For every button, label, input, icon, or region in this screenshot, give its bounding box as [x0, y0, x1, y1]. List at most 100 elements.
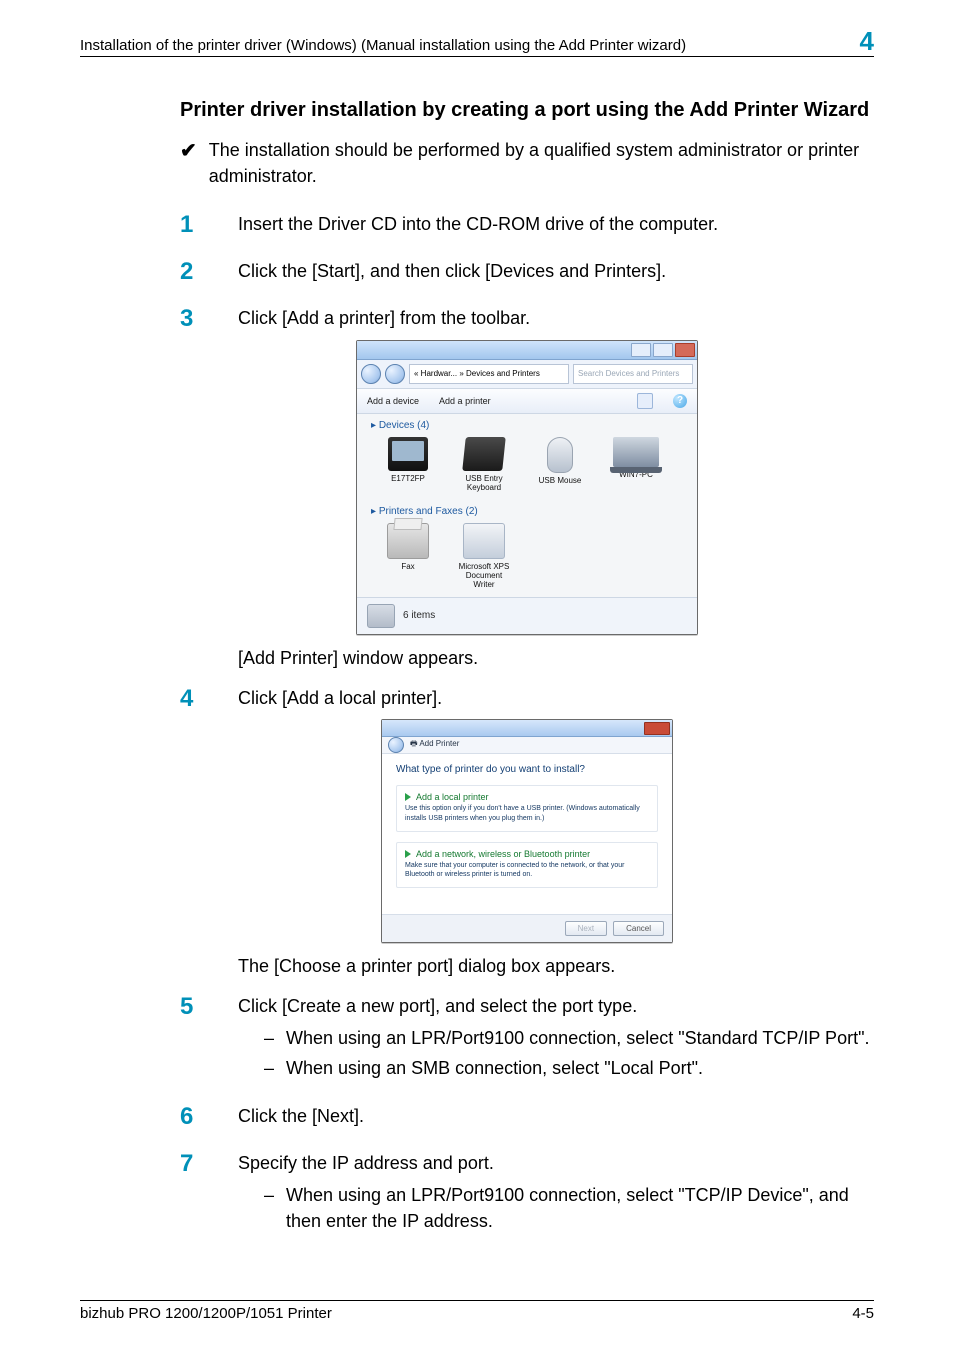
page: Installation of the printer driver (Wind…: [0, 0, 954, 1352]
mouse-icon: [547, 437, 573, 473]
cancel-button[interactable]: Cancel: [613, 921, 664, 936]
breadcrumb-label: 🖶 Add Printer: [410, 738, 459, 752]
option-description: Make sure that your computer is connecte…: [405, 861, 649, 879]
step-body: Click the [Start], and then click [Devic…: [238, 258, 874, 284]
window-close-button[interactable]: [675, 343, 695, 357]
step-5-sublist: – When using an LPR/Port9100 connection,…: [238, 1025, 874, 1081]
step-body: Click the [Next].: [238, 1103, 874, 1129]
fax-icon: [387, 523, 429, 559]
device-label: Microsoft XPS Document Writer: [459, 562, 510, 589]
window-maximize-button[interactable]: [653, 343, 673, 357]
chapter-number: 4: [860, 28, 874, 54]
step-body: Click [Create a new port], and select th…: [238, 993, 874, 1085]
device-keyboard[interactable]: USB Entry Keyboard: [455, 437, 513, 492]
step-4-result: The [Choose a printer port] dialog box a…: [238, 953, 874, 979]
step-body: Click [Add a local printer].: [238, 685, 874, 711]
step-2: 2 Click the [Start], and then click [Dev…: [180, 258, 874, 287]
sub-item-text: When using an LPR/Port9100 connection, s…: [286, 1182, 874, 1234]
page-footer: bizhub PRO 1200/1200P/1051 Printer 4-5: [80, 1300, 874, 1322]
breadcrumb-text: Add Printer: [419, 739, 459, 748]
step-3: 3 Click [Add a printer] from the toolbar…: [180, 305, 874, 334]
status-icon: [367, 604, 395, 628]
device-mouse[interactable]: USB Mouse: [531, 437, 589, 492]
step-5: 5 Click [Create a new port], and select …: [180, 993, 874, 1085]
window-titlebar: [357, 341, 697, 360]
devices-section-label: ▸ Devices (4): [357, 414, 697, 433]
laptop-icon: [613, 437, 659, 467]
step-body: Insert the Driver CD into the CD-ROM dri…: [238, 211, 874, 237]
option-description: Use this option only if you don't have a…: [405, 804, 649, 822]
step-number: 6: [180, 1103, 210, 1132]
wizard-titlebar: [382, 720, 672, 737]
address-bar[interactable]: « Hardwar... » Devices and Printers: [409, 364, 569, 384]
option-title: Add a local printer: [405, 792, 649, 802]
content-area: Printer driver installation by creating …: [180, 97, 874, 1238]
printer-xps[interactable]: Microsoft XPS Document Writer: [455, 523, 513, 589]
wizard-breadcrumb: 🖶 Add Printer: [382, 737, 672, 754]
dash-icon: –: [264, 1055, 274, 1081]
status-text: 6 items: [403, 610, 435, 621]
option-local-printer[interactable]: Add a local printer Use this option only…: [396, 785, 658, 831]
back-icon[interactable]: [388, 737, 404, 753]
dash-icon: –: [264, 1025, 274, 1051]
keyboard-icon: [462, 437, 506, 471]
search-field[interactable]: Search Devices and Printers: [573, 364, 693, 384]
prerequisite-row: ✔ The installation should be performed b…: [180, 137, 874, 189]
toolbar-add-printer[interactable]: Add a printer: [439, 396, 491, 406]
help-icon[interactable]: ?: [673, 394, 687, 408]
sub-item-text: When using an LPR/Port9100 connection, s…: [286, 1025, 869, 1051]
step-number: 1: [180, 211, 210, 240]
nav-back-button[interactable]: [361, 364, 381, 384]
view-options-icon[interactable]: [637, 393, 653, 409]
device-label: E17T2FP: [391, 474, 425, 483]
wizard-button-row: Next Cancel: [382, 914, 672, 942]
sub-item: – When using an LPR/Port9100 connection,…: [264, 1182, 874, 1234]
option-title: Add a network, wireless or Bluetooth pri…: [405, 849, 649, 859]
option-title-text: Add a local printer: [416, 792, 489, 802]
screenshot-add-printer-wizard: 🖶 Add Printer What type of printer do yo…: [381, 719, 673, 942]
header-title: Installation of the printer driver (Wind…: [80, 37, 686, 54]
sub-item-text: When using an SMB connection, select "Lo…: [286, 1055, 703, 1081]
footer-product: bizhub PRO 1200/1200P/1051 Printer: [80, 1305, 332, 1322]
option-title-text: Add a network, wireless or Bluetooth pri…: [416, 849, 590, 859]
printers-grid: Fax Microsoft XPS Document Writer: [357, 519, 697, 597]
window-close-button[interactable]: [644, 722, 670, 735]
dash-icon: –: [264, 1182, 274, 1234]
step-body: Click [Add a printer] from the toolbar.: [238, 305, 874, 331]
section-heading: Printer driver installation by creating …: [180, 97, 874, 123]
step-number: 5: [180, 993, 210, 1022]
step-number: 7: [180, 1150, 210, 1179]
next-button[interactable]: Next: [565, 921, 607, 936]
toolbar-add-device[interactable]: Add a device: [367, 396, 419, 406]
footer-page-number: 4-5: [852, 1305, 874, 1322]
arrow-icon: [405, 850, 411, 858]
step-4: 4 Click [Add a local printer].: [180, 685, 874, 714]
step-7-sublist: – When using an LPR/Port9100 connection,…: [238, 1182, 874, 1234]
printer-fax[interactable]: Fax: [379, 523, 437, 589]
printers-section-label: ▸ Printers and Faxes (2): [357, 500, 697, 519]
step-1: 1 Insert the Driver CD into the CD-ROM d…: [180, 211, 874, 240]
step-7-text: Specify the IP address and port.: [238, 1153, 494, 1173]
step-5-text: Click [Create a new port], and select th…: [238, 996, 637, 1016]
explorer-toolbar: Add a device Add a printer ?: [357, 389, 697, 414]
explorer-nav-row: « Hardwar... » Devices and Printers Sear…: [357, 360, 697, 389]
prerequisite-text: The installation should be performed by …: [209, 137, 874, 189]
step-number: 3: [180, 305, 210, 334]
device-label: USB Entry Keyboard: [465, 474, 502, 492]
step-body: Specify the IP address and port. – When …: [238, 1150, 874, 1238]
nav-forward-button[interactable]: [385, 364, 405, 384]
step-6: 6 Click the [Next].: [180, 1103, 874, 1132]
status-bar: 6 items: [357, 597, 697, 634]
device-laptop[interactable]: WIN7-PC: [607, 437, 665, 492]
sub-item: – When using an SMB connection, select "…: [264, 1055, 874, 1081]
window-minimize-button[interactable]: [631, 343, 651, 357]
screenshot-devices-and-printers: « Hardwar... » Devices and Printers Sear…: [356, 340, 698, 635]
sub-item: – When using an LPR/Port9100 connection,…: [264, 1025, 874, 1051]
option-network-printer[interactable]: Add a network, wireless or Bluetooth pri…: [396, 842, 658, 888]
wizard-question: What type of printer do you want to inst…: [396, 764, 658, 775]
device-label: USB Mouse: [539, 476, 582, 485]
devices-section-text: Devices (4): [379, 420, 430, 431]
devices-grid: E17T2FP USB Entry Keyboard USB Mouse WIN…: [357, 433, 697, 500]
monitor-icon: [388, 437, 428, 471]
device-monitor[interactable]: E17T2FP: [379, 437, 437, 492]
